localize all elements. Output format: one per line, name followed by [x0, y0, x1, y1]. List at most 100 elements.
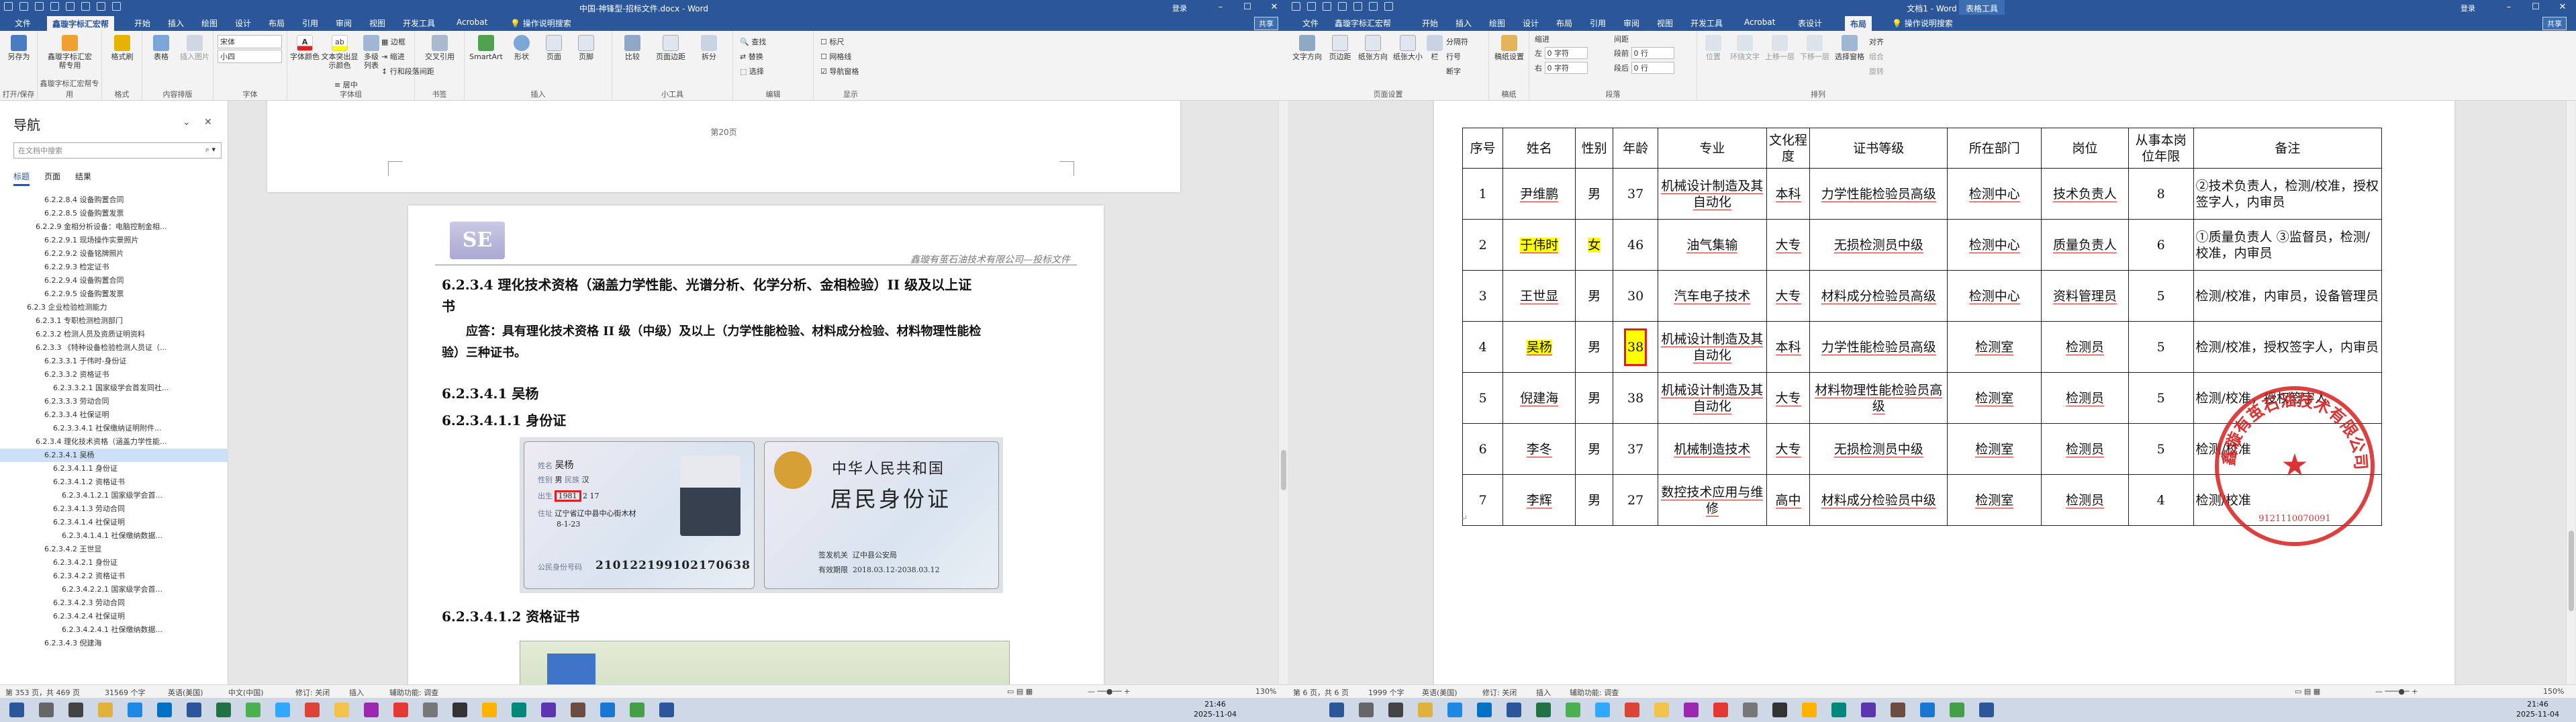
size-button[interactable]: 纸张大小: [1391, 35, 1425, 61]
table-cell[interactable]: 检测室: [1947, 423, 2042, 475]
table-cell[interactable]: 力学性能检验员高级: [1809, 168, 1948, 220]
orientation-button[interactable]: 纸张方向: [1356, 35, 1390, 61]
sign-in-link[interactable]: 登录: [2461, 3, 2475, 13]
table-header-cell[interactable]: 从事本岗位年限: [2128, 128, 2194, 169]
rotate-button[interactable]: 旋转: [1869, 66, 1884, 77]
nav-heading-item[interactable]: 6.2.3.3.2.1 国家级学会首发同社...: [0, 381, 228, 395]
nav-tab-results[interactable]: 结果: [75, 171, 91, 186]
nav-heading-item[interactable]: 6.2.3.4.1.2 资格证书: [0, 476, 228, 489]
align-button[interactable]: 对齐: [1869, 36, 1884, 47]
zoom-slider[interactable]: — ───●─ +: [2375, 687, 2418, 696]
app-icon[interactable]: [571, 703, 585, 717]
nav-heading-item[interactable]: 6.2.3.4 理化技术资格（涵盖力学性能...: [0, 435, 228, 449]
settings-icon[interactable]: [423, 703, 438, 717]
nav-heading-item[interactable]: 6.2.3.3.3 劳动合同: [0, 395, 228, 408]
xinxuan-button[interactable]: 鑫璇字标汇宏帮专用: [44, 35, 95, 70]
table-cell[interactable]: 检测室: [1947, 372, 2042, 424]
table-cell[interactable]: 37: [1613, 168, 1659, 220]
table-cell[interactable]: 于伟时: [1502, 219, 1576, 271]
nav-heading-item[interactable]: 6.2.2.8.4 设备购置合同: [0, 193, 228, 207]
tab-review[interactable]: 审阅: [1623, 17, 1639, 29]
chrome-icon[interactable]: [305, 703, 320, 717]
table-button[interactable]: 表格: [146, 35, 176, 61]
app-icon[interactable]: [1891, 703, 1905, 717]
table-cell[interactable]: 大专: [1766, 372, 1811, 424]
table-cell[interactable]: 检测中心: [1947, 168, 2042, 220]
tab-file[interactable]: 文件: [15, 17, 31, 29]
nav-heading-item[interactable]: 6.2.3.3.1 于伟时-身份证: [0, 355, 228, 368]
table-cell[interactable]: 38: [1613, 321, 1659, 373]
tab-references[interactable]: 引用: [302, 17, 318, 29]
left-taskbar-clock[interactable]: 21:46 2025-11-04: [1188, 699, 1242, 719]
indent-left-input[interactable]: 0 字符: [1544, 47, 1588, 59]
page-margin-button[interactable]: 页面边距: [651, 35, 690, 61]
table-cell[interactable]: 5: [2128, 372, 2194, 424]
table-cell[interactable]: 检测员: [2041, 474, 2129, 526]
bring-forward-button[interactable]: 上移一层: [1763, 35, 1797, 61]
table-cell[interactable]: 37: [1613, 423, 1659, 475]
app-icon[interactable]: [600, 703, 615, 717]
table-cell[interactable]: 油气集输: [1658, 219, 1767, 271]
app-icon[interactable]: [512, 703, 526, 717]
nav-heading-item[interactable]: 6.2.3.4.1 吴杨: [0, 449, 228, 462]
table-cell[interactable]: 尹维鹏: [1502, 168, 1576, 220]
save-as-button[interactable]: 另存为: [4, 35, 34, 61]
tab-home[interactable]: 开始: [1422, 17, 1438, 29]
highlight-button[interactable]: ab 文本突出显示颜色: [321, 35, 359, 70]
format-painter-button[interactable]: 格式刷: [106, 35, 138, 61]
table-cell[interactable]: 大专: [1766, 423, 1811, 475]
table-header-cell[interactable]: 所在部门: [1947, 128, 2042, 169]
status-track-changes[interactable]: 修订: 关闭: [1482, 687, 1517, 698]
table-header-cell[interactable]: 文化程度: [1766, 128, 1811, 169]
nav-search-input[interactable]: 在文档中搜索 ⌕ ▾: [13, 142, 222, 159]
nav-heading-item[interactable]: 6.2.2.9.3 检定证书: [0, 261, 228, 274]
nav-heading-item[interactable]: 6.2.3.4.1.2.1 国家级学会首...: [0, 489, 228, 502]
table-cell[interactable]: 女: [1575, 219, 1614, 271]
table-cell[interactable]: ①质量负责人 ③监督员，检测/校准，内审员: [2193, 219, 2383, 271]
shape-button[interactable]: 形状: [506, 35, 537, 61]
position-button[interactable]: 位置: [1700, 35, 1727, 61]
table-cell[interactable]: 7: [1462, 474, 1504, 526]
tab-view[interactable]: 视图: [1657, 17, 1673, 29]
app-icon[interactable]: [630, 703, 645, 717]
nav-heading-item[interactable]: 6.2.2.9.1 现场操作实景照片: [0, 234, 228, 247]
table-cell[interactable]: 30: [1613, 270, 1659, 322]
word-icon[interactable]: [659, 703, 674, 717]
table-cell[interactable]: 材料物理性能检验员高级: [1809, 372, 1948, 424]
table-cell[interactable]: 检测/校准，授权签字人，内审员: [2193, 321, 2383, 373]
table-cell[interactable]: 检测室: [1947, 321, 2042, 373]
nav-heading-item[interactable]: 6.2.3.3.4 社保证明: [0, 408, 228, 422]
tab-insert[interactable]: 插入: [1456, 17, 1472, 29]
table-cell[interactable]: 王世显: [1502, 270, 1576, 322]
spacing-before-input[interactable]: 0 行: [1631, 47, 1674, 59]
columns-button[interactable]: 栏: [1426, 35, 1443, 61]
table-header-cell[interactable]: 序号: [1462, 128, 1504, 169]
music-icon[interactable]: [364, 703, 379, 717]
table-cell[interactable]: 男: [1575, 423, 1614, 475]
send-backward-button[interactable]: 下移一层: [1798, 35, 1831, 61]
zoom-level[interactable]: 150%: [2543, 687, 2564, 696]
pdf-icon[interactable]: [393, 703, 408, 717]
nav-heading-item[interactable]: 6.2.3.2 检测人员及资质证明资料: [0, 328, 228, 341]
start-icon[interactable]: [9, 703, 24, 717]
excel-icon[interactable]: [216, 703, 231, 717]
table-header-cell[interactable]: 性别: [1575, 128, 1614, 169]
table-cell[interactable]: 资料管理员: [2041, 270, 2129, 322]
nav-tab-pages[interactable]: 页面: [44, 171, 60, 186]
table-cell[interactable]: 高中: [1766, 474, 1811, 526]
view-buttons[interactable]: ▭ ▤ ▦: [1007, 687, 1033, 696]
nav-heading-item[interactable]: 6.2.3.3.4.1 社保缴纳证明附件...: [0, 422, 228, 435]
table-cell[interactable]: 4: [2128, 474, 2194, 526]
font-size-select[interactable]: 小四: [218, 50, 282, 63]
tab-table-design[interactable]: 表设计: [1798, 17, 1822, 29]
chevron-down-icon[interactable]: ⌄: [183, 117, 191, 128]
tab-acrobat[interactable]: Acrobat: [457, 17, 487, 27]
table-header-cell[interactable]: 岗位: [2041, 128, 2129, 169]
nav-pane-checkbox[interactable]: ☑ 导航窗格: [820, 66, 859, 77]
nav-heading-item[interactable]: 6.2.3.4.2.2.1 国家级学会首...: [0, 583, 228, 596]
music-icon[interactable]: [1684, 703, 1699, 717]
word-icon[interactable]: [187, 703, 201, 717]
footer-button[interactable]: 页脚: [571, 35, 602, 61]
tab-xinxuan[interactable]: 鑫璇字标汇宏帮: [47, 16, 115, 31]
task-view-icon[interactable]: [1388, 703, 1403, 717]
